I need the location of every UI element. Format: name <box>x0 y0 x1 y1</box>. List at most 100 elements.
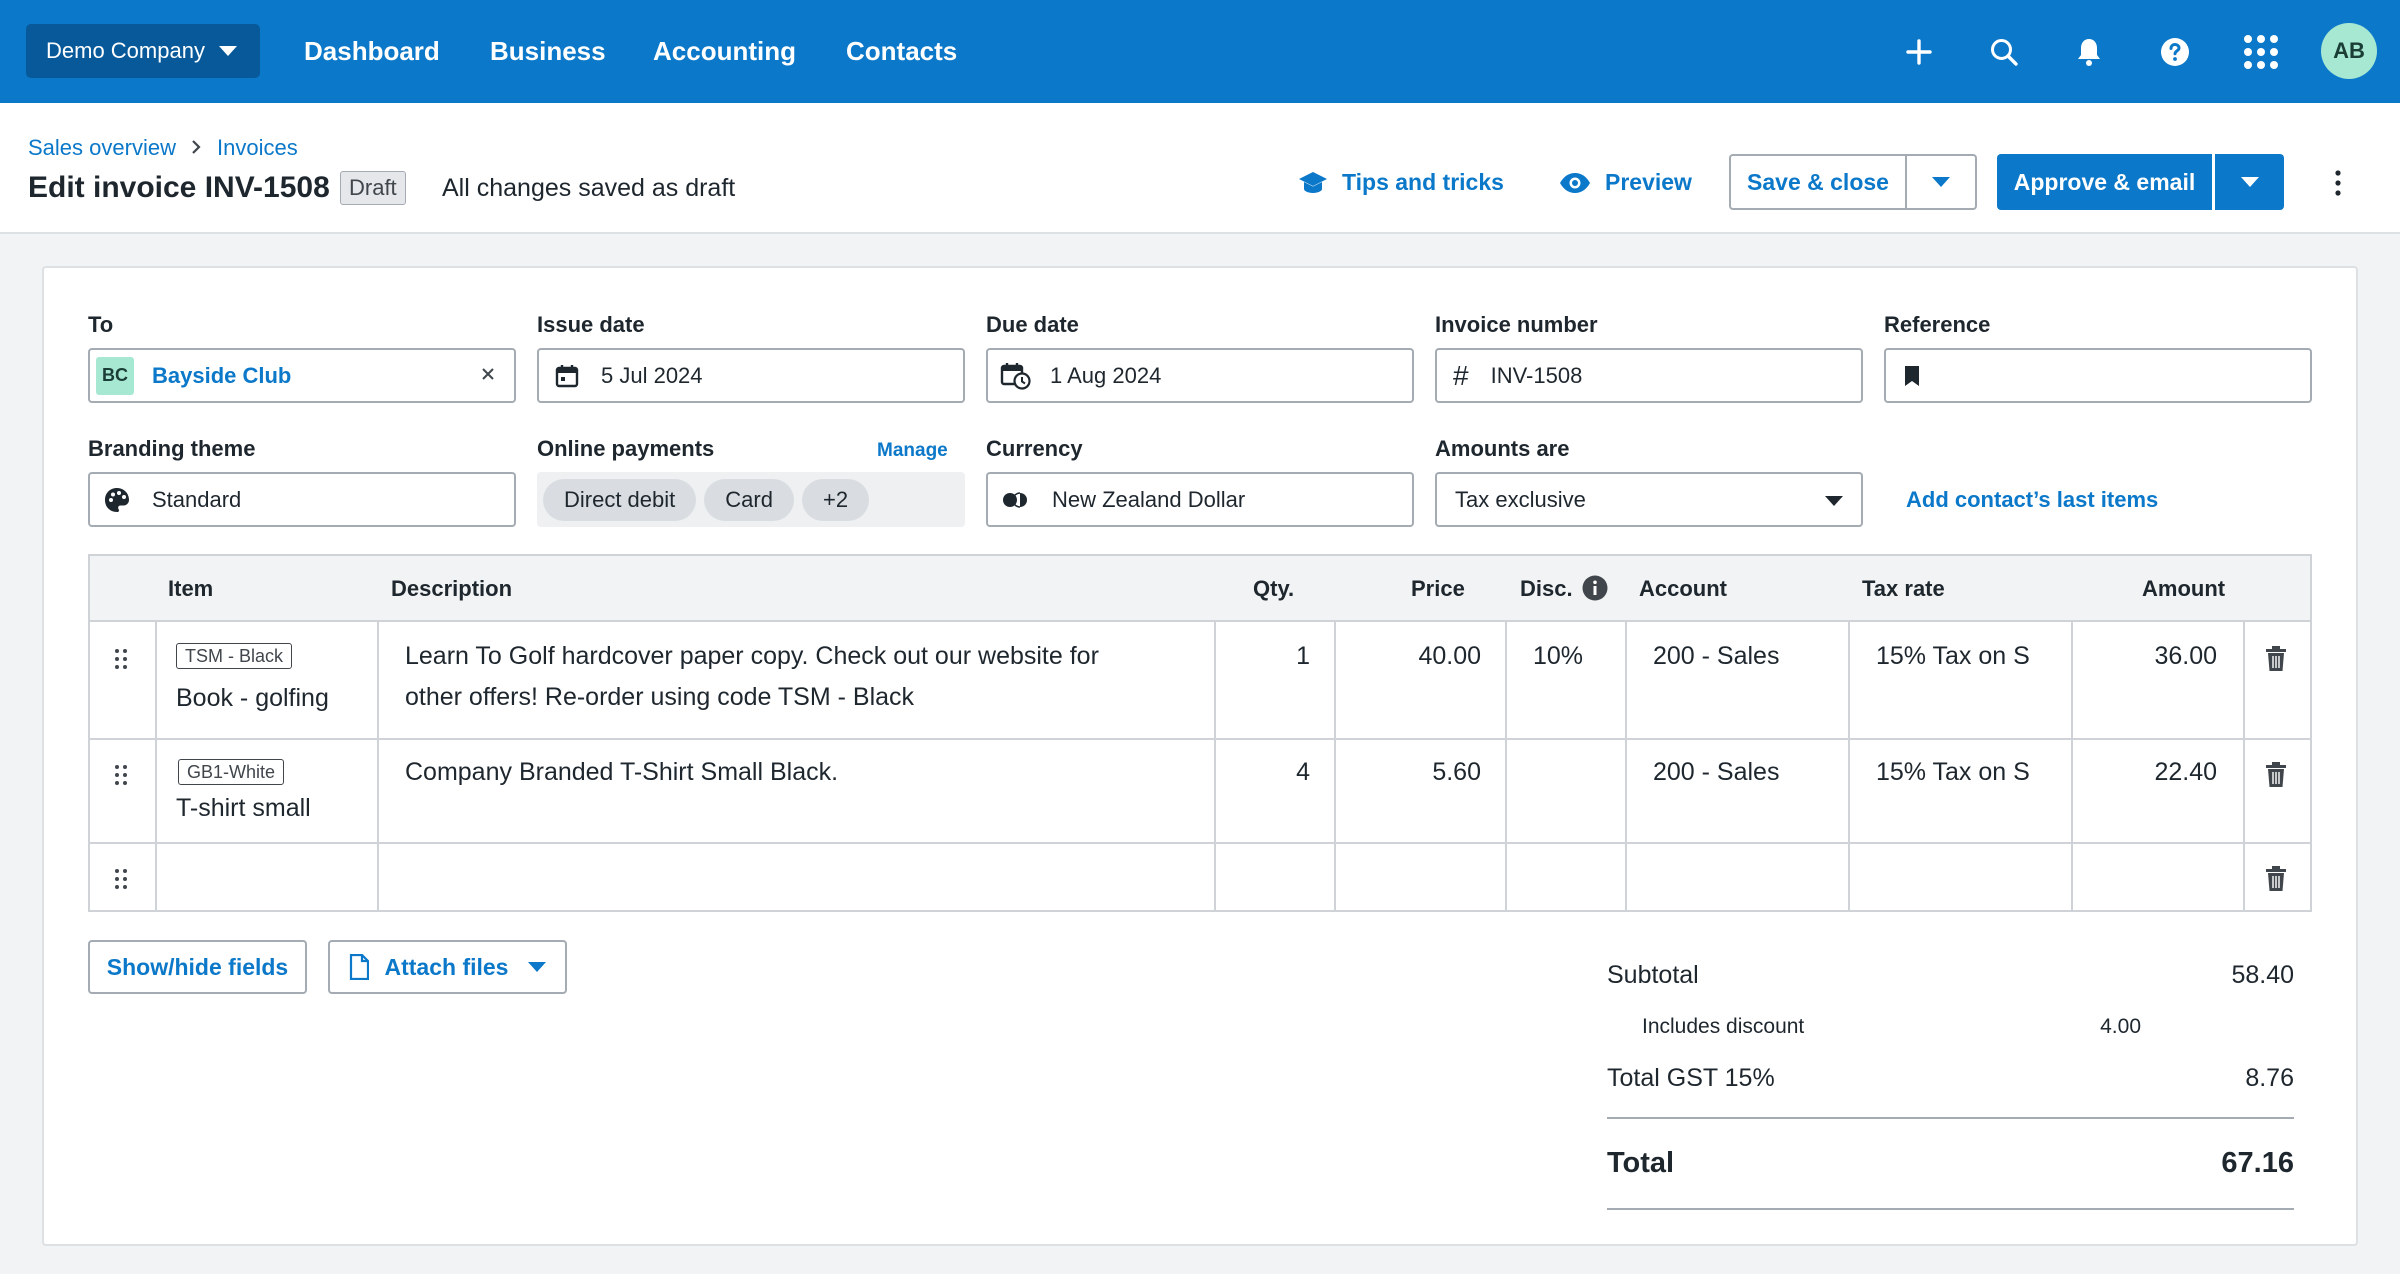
item-account[interactable]: 200 - Sales <box>1653 752 1779 793</box>
approve-email-button[interactable]: Approve & email <box>1997 154 2212 210</box>
add-contact-last-items-link[interactable]: Add contact’s last items <box>1906 487 2158 513</box>
organisation-name: Demo Company <box>46 38 205 63</box>
reference-field[interactable] <box>1884 348 2312 403</box>
line-items-table: Item Description Qty. Price Disc. Accoun… <box>88 554 2312 912</box>
contact-field[interactable]: BC Bayside Club <box>88 348 516 403</box>
row-divider <box>90 842 2310 844</box>
item-price[interactable]: 5.60 <box>1340 752 1481 793</box>
col-description: Description <box>391 576 513 601</box>
invoice-number-field[interactable]: # INV-1508 <box>1435 348 1863 403</box>
item-price[interactable]: 40.00 <box>1340 636 1481 677</box>
branding-theme-select[interactable]: Standard <box>88 472 516 527</box>
user-avatar[interactable]: AB <box>2321 23 2377 79</box>
item-discount[interactable]: 10% <box>1533 636 1583 677</box>
item-name[interactable]: Book - golfing <box>176 678 329 719</box>
total-gst-value: 8.76 <box>2245 1064 2294 1092</box>
currency-icon <box>1002 491 1030 508</box>
subtotal-value: 58.40 <box>2231 961 2294 989</box>
col-divider <box>377 622 379 912</box>
status-badge: Draft <box>340 171 406 205</box>
reference-label: Reference <box>1884 312 1991 337</box>
payment-pill-card[interactable]: Card <box>704 478 794 521</box>
contact-avatar: BC <box>96 356 134 395</box>
payment-pill-more[interactable]: +2 <box>801 478 870 521</box>
item-qty[interactable]: 4 <box>1220 752 1310 793</box>
graduation-cap-icon <box>1298 170 1342 196</box>
due-date-label: Due date <box>986 312 1079 337</box>
drag-handle-icon[interactable] <box>114 648 128 670</box>
row-divider <box>90 738 2310 740</box>
trash-icon[interactable] <box>2265 866 2287 892</box>
calendar-icon <box>555 364 579 388</box>
item-name[interactable]: T-shirt small <box>176 788 311 829</box>
currency-label: Currency <box>986 436 1083 461</box>
item-tax-rate[interactable]: 15% Tax on S <box>1876 752 2030 793</box>
col-divider <box>1214 622 1216 912</box>
drag-handle-icon[interactable] <box>114 868 128 890</box>
col-divider <box>2243 622 2245 912</box>
plus-icon[interactable] <box>1901 34 1937 70</box>
manage-payments-link[interactable]: Manage <box>877 440 948 462</box>
col-divider <box>155 622 157 912</box>
bell-icon[interactable] <box>2071 34 2107 70</box>
col-account: Account <box>1639 576 1727 601</box>
preview-label: Preview <box>1605 169 1692 195</box>
trash-icon[interactable] <box>2265 762 2287 788</box>
save-status-text: All changes saved as draft <box>442 174 736 202</box>
info-icon[interactable] <box>1582 575 1608 601</box>
chevron-right-icon <box>190 139 202 155</box>
due-date-value: 1 Aug 2024 <box>1050 362 1162 388</box>
trash-icon[interactable] <box>2265 646 2287 672</box>
caret-down-icon <box>1825 496 1843 506</box>
nav-accounting[interactable]: Accounting <box>653 36 796 67</box>
due-date-field[interactable]: 1 Aug 2024 <box>986 348 1414 403</box>
tips-and-tricks-link[interactable]: Tips and tricks <box>1298 169 1504 196</box>
more-options-icon[interactable] <box>2324 169 2352 197</box>
approve-options-dropdown[interactable] <box>2215 154 2284 210</box>
amounts-are-select[interactable]: Tax exclusive <box>1435 472 1863 527</box>
preview-link[interactable]: Preview <box>1559 169 1692 196</box>
includes-discount-label: Includes discount <box>1642 1015 1805 1038</box>
organisation-switcher[interactable]: Demo Company <box>26 24 260 78</box>
drag-handle-icon[interactable] <box>114 764 128 786</box>
issue-date-label: Issue date <box>537 312 645 337</box>
breadcrumb-sales-overview[interactable]: Sales overview <box>28 135 176 161</box>
item-description-line2[interactable]: other offers! Re-order using code TSM - … <box>405 677 914 718</box>
breadcrumb-invoices[interactable]: Invoices <box>217 135 298 161</box>
includes-discount-value: 4.00 <box>2100 1015 2141 1038</box>
item-qty[interactable]: 1 <box>1220 636 1310 677</box>
attach-files-button[interactable]: Attach files <box>328 940 567 994</box>
item-description-line1[interactable]: Company Branded T-Shirt Small Black. <box>405 752 838 793</box>
caret-down-icon <box>1932 177 1950 187</box>
payment-pill-direct-debit[interactable]: Direct debit <box>543 478 697 521</box>
caret-down-icon <box>528 962 547 972</box>
col-disc: Disc. <box>1520 576 1573 601</box>
item-tax-rate[interactable]: 15% Tax on S <box>1876 636 2030 677</box>
contact-name[interactable]: Bayside Club <box>152 363 291 389</box>
totals-divider <box>1607 1117 2294 1119</box>
total-label: Total <box>1607 1147 1675 1179</box>
search-icon[interactable] <box>1986 34 2022 70</box>
help-icon[interactable] <box>2157 34 2193 70</box>
item-description-line1[interactable]: Learn To Golf hardcover paper copy. Chec… <box>405 636 1099 677</box>
invoice-number-label: Invoice number <box>1435 312 1598 337</box>
tips-label: Tips and tricks <box>1342 169 1504 195</box>
save-options-dropdown[interactable] <box>1905 154 1977 210</box>
save-close-button[interactable]: Save & close <box>1729 154 1907 210</box>
issue-date-field[interactable]: 5 Jul 2024 <box>537 348 965 403</box>
nav-dashboard[interactable]: Dashboard <box>304 36 440 67</box>
col-price: Price <box>1411 576 1465 601</box>
nav-business[interactable]: Business <box>490 36 606 67</box>
clear-contact-icon[interactable] <box>480 366 496 382</box>
to-label: To <box>88 312 114 337</box>
branding-theme-value: Standard <box>152 486 242 512</box>
app-grid-icon[interactable] <box>2243 34 2279 70</box>
item-account[interactable]: 200 - Sales <box>1653 636 1779 677</box>
nav-contacts[interactable]: Contacts <box>846 36 957 67</box>
show-hide-fields-button[interactable]: Show/hide fields <box>88 940 307 994</box>
currency-select[interactable]: New Zealand Dollar <box>986 472 1414 527</box>
item-amount: 22.40 <box>2154 758 2217 786</box>
caret-down-icon <box>2240 177 2259 187</box>
online-payments-group: Direct debit Card +2 <box>537 472 965 527</box>
col-divider <box>1505 622 1507 912</box>
